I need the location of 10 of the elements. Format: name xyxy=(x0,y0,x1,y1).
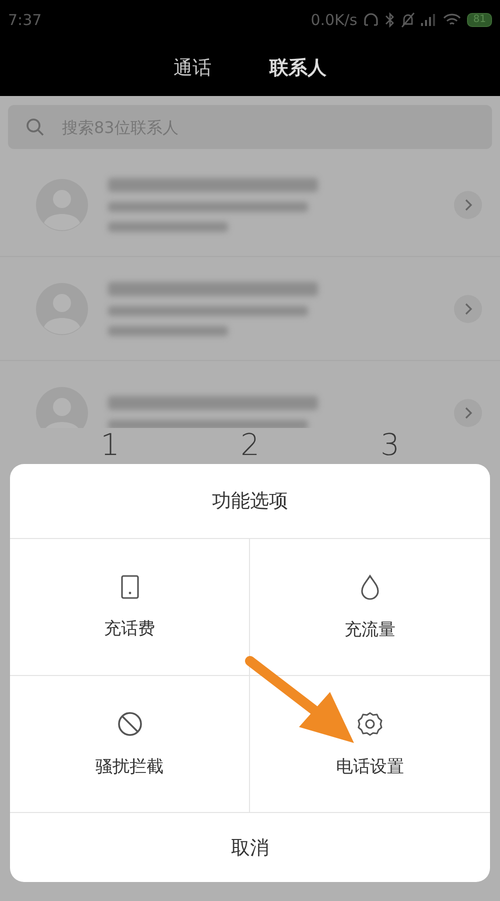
tab[interactable]: 联系人 xyxy=(266,51,330,85)
cancel-button[interactable]: 取消 xyxy=(10,813,490,882)
dial-key[interactable]: 1 xyxy=(100,429,120,463)
dial-key[interactable]: 2 xyxy=(240,429,260,463)
tab[interactable]: 通话 xyxy=(170,51,216,85)
clock: 7:37 xyxy=(8,11,42,29)
option-button[interactable]: 骚扰拦截 xyxy=(10,676,250,813)
network-speed: 0.0K/s xyxy=(310,11,358,29)
option-button[interactable]: 充话费 xyxy=(10,539,250,676)
dial-key[interactable]: 3 xyxy=(380,429,400,463)
